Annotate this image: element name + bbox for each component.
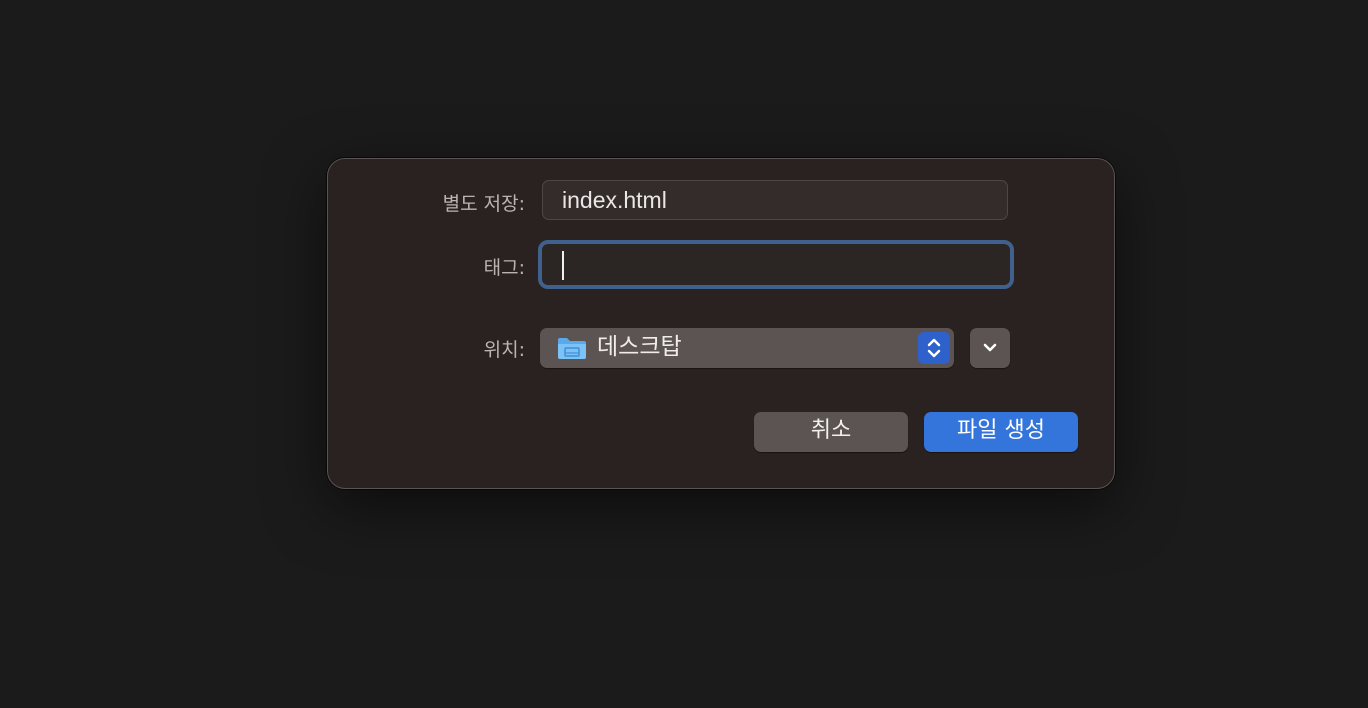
- filename-field[interactable]: [542, 180, 1008, 220]
- tags-label: 태그:: [483, 257, 525, 279]
- expand-button[interactable]: [970, 328, 1010, 368]
- where-label: 위치:: [483, 339, 525, 361]
- location-popup[interactable]: 데스크탑: [540, 328, 954, 368]
- up-down-chevron-icon: [927, 338, 941, 358]
- popup-stepper[interactable]: [918, 332, 950, 364]
- create-file-button[interactable]: 파일 생성: [924, 412, 1078, 452]
- location-value: 데스크탑: [597, 334, 682, 360]
- chevron-down-icon: [983, 343, 997, 352]
- save-dialog: 별도 저장: 태그: 위치: 데스크탑 취소 파일 생성: [327, 158, 1115, 489]
- text-cursor: [562, 251, 564, 280]
- tags-field[interactable]: [538, 240, 1014, 289]
- folder-icon: [558, 338, 586, 359]
- cancel-button[interactable]: 취소: [754, 412, 908, 452]
- save-as-label: 별도 저장:: [442, 193, 525, 215]
